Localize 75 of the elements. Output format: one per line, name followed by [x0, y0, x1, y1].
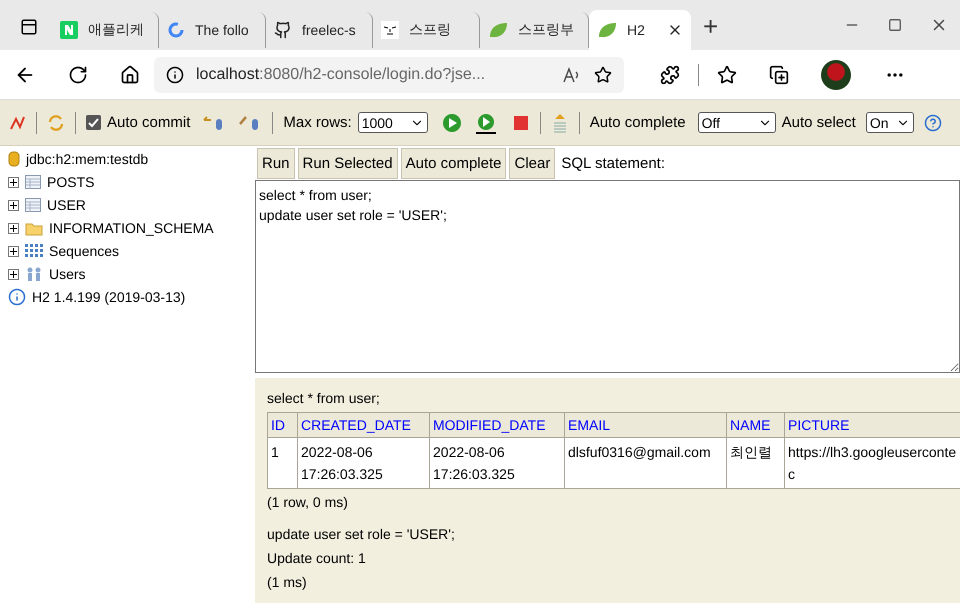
- tree-item[interactable]: INFORMATION_SCHEMA: [49, 220, 214, 236]
- version-text: H2 1.4.199 (2019-03-13): [32, 289, 186, 305]
- browser-tab[interactable]: freelec-s: [266, 12, 373, 48]
- table-icon: [25, 175, 41, 189]
- expand-toggle[interactable]: [8, 200, 19, 210]
- browser-tab[interactable]: The follo: [159, 12, 266, 48]
- tree-item[interactable]: USER: [47, 197, 86, 213]
- browser-tab[interactable]: 애플리케: [52, 12, 159, 48]
- leaf-icon: [597, 21, 617, 39]
- help-icon[interactable]: [924, 114, 942, 132]
- column-header[interactable]: NAME: [726, 412, 784, 438]
- sql-statement-label: SQL statement:: [561, 154, 666, 172]
- run-icon[interactable]: [442, 112, 462, 132]
- url-text: localhost:8080/h2-console/login.do?jse...: [196, 66, 486, 84]
- expand-toggle[interactable]: [8, 176, 19, 188]
- expand-toggle[interactable]: [8, 268, 19, 280]
- info-icon: [8, 288, 26, 306]
- table-cell: dlsfuf0316@gmail.com: [564, 438, 726, 488]
- favorites-icon[interactable]: [717, 64, 737, 84]
- auto-commit-label: Auto commit: [107, 114, 190, 131]
- home-icon[interactable]: [120, 64, 140, 84]
- connection-name: jdbc:h2:mem:testdb: [26, 151, 148, 167]
- maximize-icon[interactable]: [888, 18, 902, 32]
- result-line: Update count: 1: [267, 549, 367, 568]
- tree-item[interactable]: Users: [49, 266, 86, 282]
- auto-complete-label: Auto complete: [590, 114, 686, 131]
- tree-item[interactable]: POSTS: [47, 174, 94, 190]
- max-rows-label: Max rows:: [283, 114, 352, 131]
- result-line: (1 ms): [267, 573, 308, 592]
- expand-toggle[interactable]: [8, 222, 19, 234]
- table-cell: 최인렬: [726, 438, 784, 488]
- address-bar[interactable]: localhost:8080/h2-console/login.do?jse...: [154, 56, 624, 92]
- toolbar-button[interactable]: Clear: [509, 148, 556, 178]
- grid-icon: [25, 244, 43, 258]
- toolbar-button[interactable]: Run: [257, 148, 295, 178]
- info-icon[interactable]: [166, 66, 184, 84]
- face-icon: [381, 21, 399, 39]
- column-header[interactable]: CREATED_DATE: [298, 412, 430, 438]
- auto-complete-select[interactable]: Off: [698, 112, 776, 133]
- reload-icon[interactable]: [68, 64, 88, 84]
- users-icon: [25, 266, 43, 282]
- result-statement: update user set role = 'USER';: [267, 525, 456, 544]
- tree-item[interactable]: Sequences: [49, 243, 120, 259]
- table-cell: 2022-08-06 17:26:03.325: [298, 438, 430, 488]
- favorite-icon[interactable]: [594, 66, 612, 84]
- expand-toggle[interactable]: [8, 246, 19, 256]
- database-icon: [8, 151, 20, 167]
- sql-editor[interactable]: select * from user; update user set role = 'USER';: [255, 180, 960, 373]
- max-rows-select[interactable]: 1000: [358, 112, 428, 133]
- new-tab-button[interactable]: +: [703, 11, 718, 42]
- table-cell: 2022-08-06 17:26:03.325: [430, 438, 564, 488]
- table-icon: [25, 198, 41, 212]
- browser-tab[interactable]: H2: [589, 10, 691, 50]
- run-selected-icon[interactable]: [474, 112, 498, 134]
- result-statement: select * from user;: [267, 389, 381, 408]
- auto-select-select[interactable]: On: [866, 112, 914, 133]
- stop-icon[interactable]: [512, 114, 530, 132]
- toolbar-button[interactable]: Run Selected: [298, 148, 398, 178]
- leaf-icon: [488, 21, 508, 39]
- folder-icon: [25, 220, 43, 236]
- extensions-icon[interactable]: [660, 64, 680, 84]
- column-header[interactable]: ID: [268, 412, 298, 438]
- collections-icon[interactable]: [769, 64, 789, 84]
- column-header[interactable]: EMAIL: [564, 412, 726, 438]
- auto-select-label: Auto select: [782, 114, 856, 131]
- column-header[interactable]: MODIFIED_DATE: [430, 412, 564, 438]
- auto-commit-checkbox[interactable]: [86, 115, 101, 130]
- column-header[interactable]: PICTURE: [784, 412, 960, 438]
- tab-actions-icon[interactable]: [20, 18, 38, 36]
- table-cell: 1: [268, 438, 298, 488]
- profile-avatar[interactable]: [821, 60, 851, 90]
- browser-tab[interactable]: 스프링: [373, 12, 480, 48]
- disconnect-icon[interactable]: [8, 114, 26, 132]
- toolbar-button[interactable]: Auto complete: [400, 148, 506, 178]
- result-summary: (1 row, 0 ms): [267, 493, 349, 512]
